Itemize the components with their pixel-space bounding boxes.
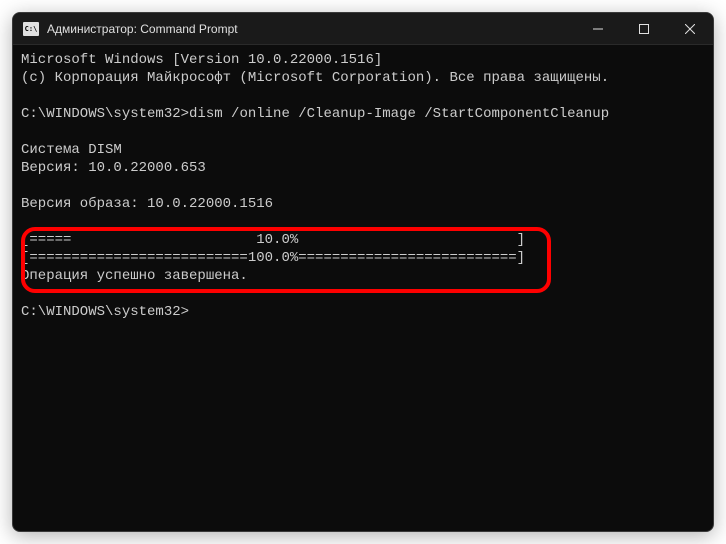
titlebar-left: C:\ Администратор: Command Prompt: [13, 22, 238, 36]
titlebar: C:\ Администратор: Command Prompt: [13, 13, 713, 45]
minimize-button[interactable]: [575, 13, 621, 44]
close-button[interactable]: [667, 13, 713, 44]
console-output[interactable]: Microsoft Windows [Version 10.0.22000.15…: [13, 45, 713, 327]
window-title: Администратор: Command Prompt: [47, 22, 238, 36]
command-prompt-window: C:\ Администратор: Command Prompt Micros…: [12, 12, 714, 532]
success-line: Операция успешно завершена.: [21, 268, 248, 284]
maximize-button[interactable]: [621, 13, 667, 44]
prompt-path: C:\WINDOWS\system32>: [21, 304, 189, 320]
output-line: Версия образа: 10.0.22000.1516: [21, 196, 273, 212]
prompt-path: C:\WINDOWS\system32>: [21, 106, 189, 122]
cmd-icon: C:\: [23, 22, 39, 36]
output-line: Версия: 10.0.22000.653: [21, 160, 206, 176]
output-line: (c) Корпорация Майкрософт (Microsoft Cor…: [21, 70, 609, 86]
maximize-icon: [639, 24, 649, 34]
progress-line: [==========================100.0%=======…: [21, 250, 525, 266]
command-text: dism /online /Cleanup-Image /StartCompon…: [189, 106, 609, 122]
close-icon: [685, 24, 695, 34]
output-line: Microsoft Windows [Version 10.0.22000.15…: [21, 52, 382, 68]
progress-line: [===== 10.0% ]: [21, 232, 525, 248]
output-line: Cистема DISM: [21, 142, 122, 158]
minimize-icon: [593, 24, 603, 34]
window-controls: [575, 13, 713, 44]
